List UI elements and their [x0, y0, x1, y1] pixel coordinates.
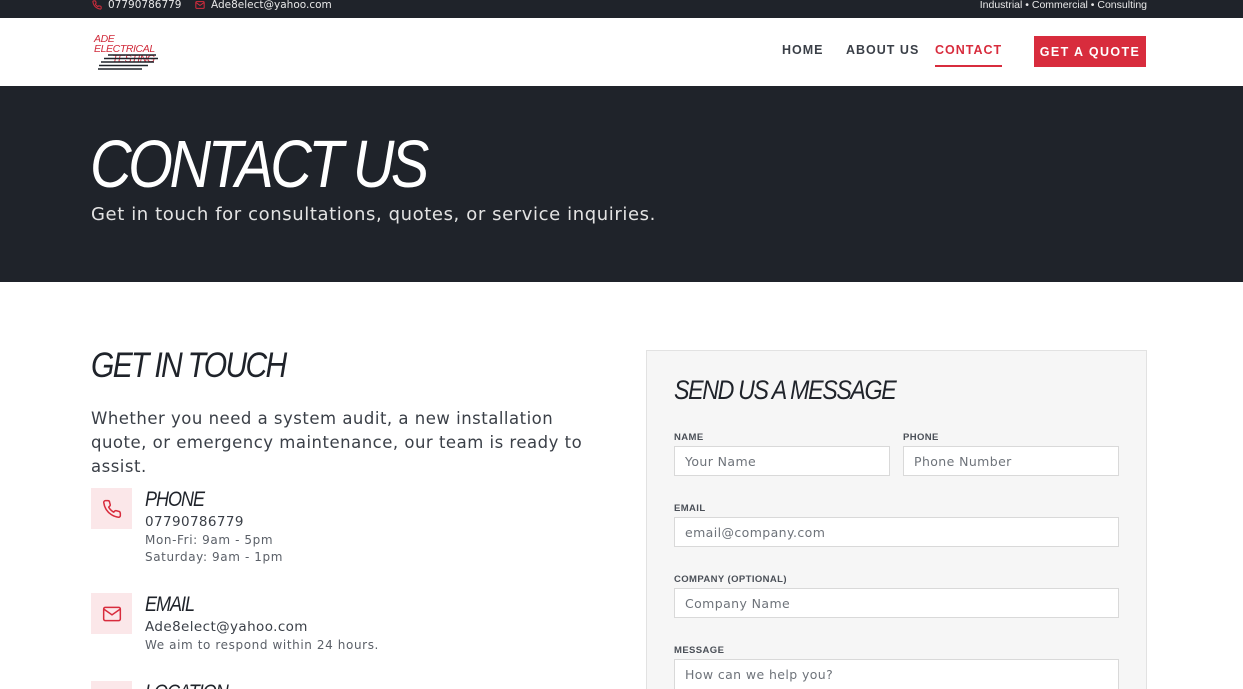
nav-contact[interactable]: CONTACT [935, 43, 1003, 67]
location-icon-tile [91, 681, 132, 689]
message-label: MESSAGE [674, 645, 725, 656]
name-input[interactable] [674, 446, 890, 476]
logo[interactable]: ADE ELECTRICAL TESTING [94, 34, 176, 72]
mail-icon-tile [91, 593, 132, 634]
phone-icon [92, 0, 102, 10]
topbar-phone-text: 07790786779 [108, 0, 182, 11]
company-label: COMPANY (OPTIONAL) [674, 574, 787, 585]
email-input[interactable] [674, 517, 1119, 547]
topbar-email-text: Ade8elect@yahoo.com [211, 0, 332, 11]
location-title: LOCATION [145, 681, 229, 689]
company-input[interactable] [674, 588, 1119, 618]
phone-label: PHONE [903, 432, 939, 443]
page-title: CONTACT US [90, 127, 429, 202]
phone-icon [102, 499, 121, 518]
email-title: EMAIL [145, 593, 195, 616]
get-in-touch-heading: GET IN TOUCH [91, 346, 287, 385]
nav-home[interactable]: HOME [782, 43, 824, 57]
get-a-quote-button[interactable]: GET A QUOTE [1034, 36, 1146, 67]
phone-title: PHONE [145, 488, 205, 511]
nav-about-us[interactable]: ABOUT US [846, 43, 919, 57]
contact-form: SEND US A MESSAGE NAME PHONE EMAIL COMPA… [646, 350, 1147, 689]
phone-number[interactable]: 07790786779 [145, 514, 244, 530]
email-label: EMAIL [674, 503, 706, 514]
phone-input[interactable] [903, 446, 1119, 476]
topbar-phone[interactable]: 07790786779 [92, 0, 182, 11]
mail-icon [195, 1, 205, 9]
form-title: SEND US A MESSAGE [674, 375, 897, 405]
email-address[interactable]: Ade8elect@yahoo.com [145, 619, 308, 635]
email-response-note: We aim to respond within 24 hours. [145, 638, 379, 652]
phone-hours-saturday: Saturday: 9am - 1pm [145, 550, 284, 564]
message-textarea[interactable] [674, 659, 1119, 689]
topbar-email[interactable]: Ade8elect@yahoo.com [195, 0, 332, 11]
phone-hours-weekday: Mon-Fri: 9am - 5pm [145, 533, 274, 547]
hero-subtitle: Get in touch for consultations, quotes, … [91, 204, 656, 225]
logo-line-1: ADE ELECTRICAL [94, 33, 155, 55]
intro-text: Whether you need a system audit, a new i… [91, 409, 583, 476]
hero-banner: CONTACT US Get in touch for consultation… [0, 86, 1243, 282]
topbar-services: Industrial • Commercial • Consulting [979, 0, 1147, 11]
logo-speed-lines-icon [98, 54, 158, 70]
name-label: NAME [674, 432, 704, 443]
site-header: ADE ELECTRICAL TESTING HOME ABOUT US CON… [0, 18, 1243, 86]
phone-icon-tile [91, 488, 132, 529]
top-bar: 07790786779 Ade8elect@yahoo.com Industri… [0, 0, 1243, 18]
mail-icon [102, 606, 121, 621]
